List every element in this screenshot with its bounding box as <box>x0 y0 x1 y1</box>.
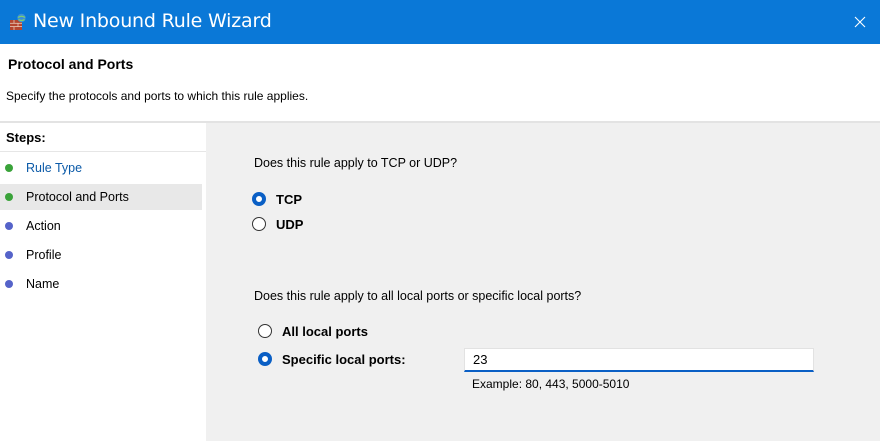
all-local-ports-option[interactable]: All local ports <box>258 322 368 340</box>
udp-radio-option[interactable]: UDP <box>252 215 303 233</box>
protocol-question: Does this rule apply to TCP or UDP? <box>254 156 458 170</box>
close-icon <box>854 16 866 28</box>
step-done-icon <box>5 164 13 172</box>
page-title: Protocol and Ports <box>8 56 134 72</box>
radio-button[interactable] <box>252 217 266 231</box>
wizard-header: Protocol and Ports Specify the protocols… <box>0 44 880 121</box>
steps-divider <box>0 151 206 152</box>
radio-button[interactable] <box>252 192 266 206</box>
ports-example-text: Example: 80, 443, 5000-5010 <box>472 377 630 391</box>
tcp-label: TCP <box>276 191 302 207</box>
step-name: Name <box>0 271 202 297</box>
steps-pane: Steps: Rule Type Protocol and Ports Acti… <box>0 123 206 441</box>
radio-button[interactable] <box>258 352 272 366</box>
specific-local-ports-option[interactable]: Specific local ports: <box>258 350 406 368</box>
specific-local-ports-label: Specific local ports: <box>282 351 406 367</box>
page-subtitle: Specify the protocols and ports to which… <box>6 89 309 103</box>
step-rule-type[interactable]: Rule Type <box>0 155 202 181</box>
window-title: New Inbound Rule Wizard <box>33 10 272 32</box>
ports-question: Does this rule apply to all local ports … <box>254 289 582 303</box>
step-label: Rule Type <box>26 161 83 175</box>
step-label: Profile <box>26 248 62 262</box>
all-local-ports-label: All local ports <box>282 323 368 339</box>
step-label: Protocol and Ports <box>26 190 129 204</box>
step-pending-icon <box>5 280 13 288</box>
step-pending-icon <box>5 251 13 259</box>
step-action: Action <box>0 213 202 239</box>
step-current-icon <box>5 193 13 201</box>
step-profile: Profile <box>0 242 202 268</box>
content-pane: Does this rule apply to TCP or UDP? TCP … <box>206 123 880 441</box>
specific-ports-input[interactable] <box>464 348 814 372</box>
firewall-icon <box>10 13 26 30</box>
step-protocol-and-ports[interactable]: Protocol and Ports <box>0 184 202 210</box>
steps-title: Steps: <box>6 130 46 145</box>
radio-button[interactable] <box>258 324 272 338</box>
step-label: Name <box>26 277 60 291</box>
title-bar: New Inbound Rule Wizard <box>0 0 880 44</box>
close-button[interactable] <box>840 0 880 44</box>
udp-label: UDP <box>276 216 304 232</box>
step-label: Action <box>26 219 61 233</box>
step-pending-icon <box>5 222 13 230</box>
tcp-radio-option[interactable]: TCP <box>252 190 302 208</box>
